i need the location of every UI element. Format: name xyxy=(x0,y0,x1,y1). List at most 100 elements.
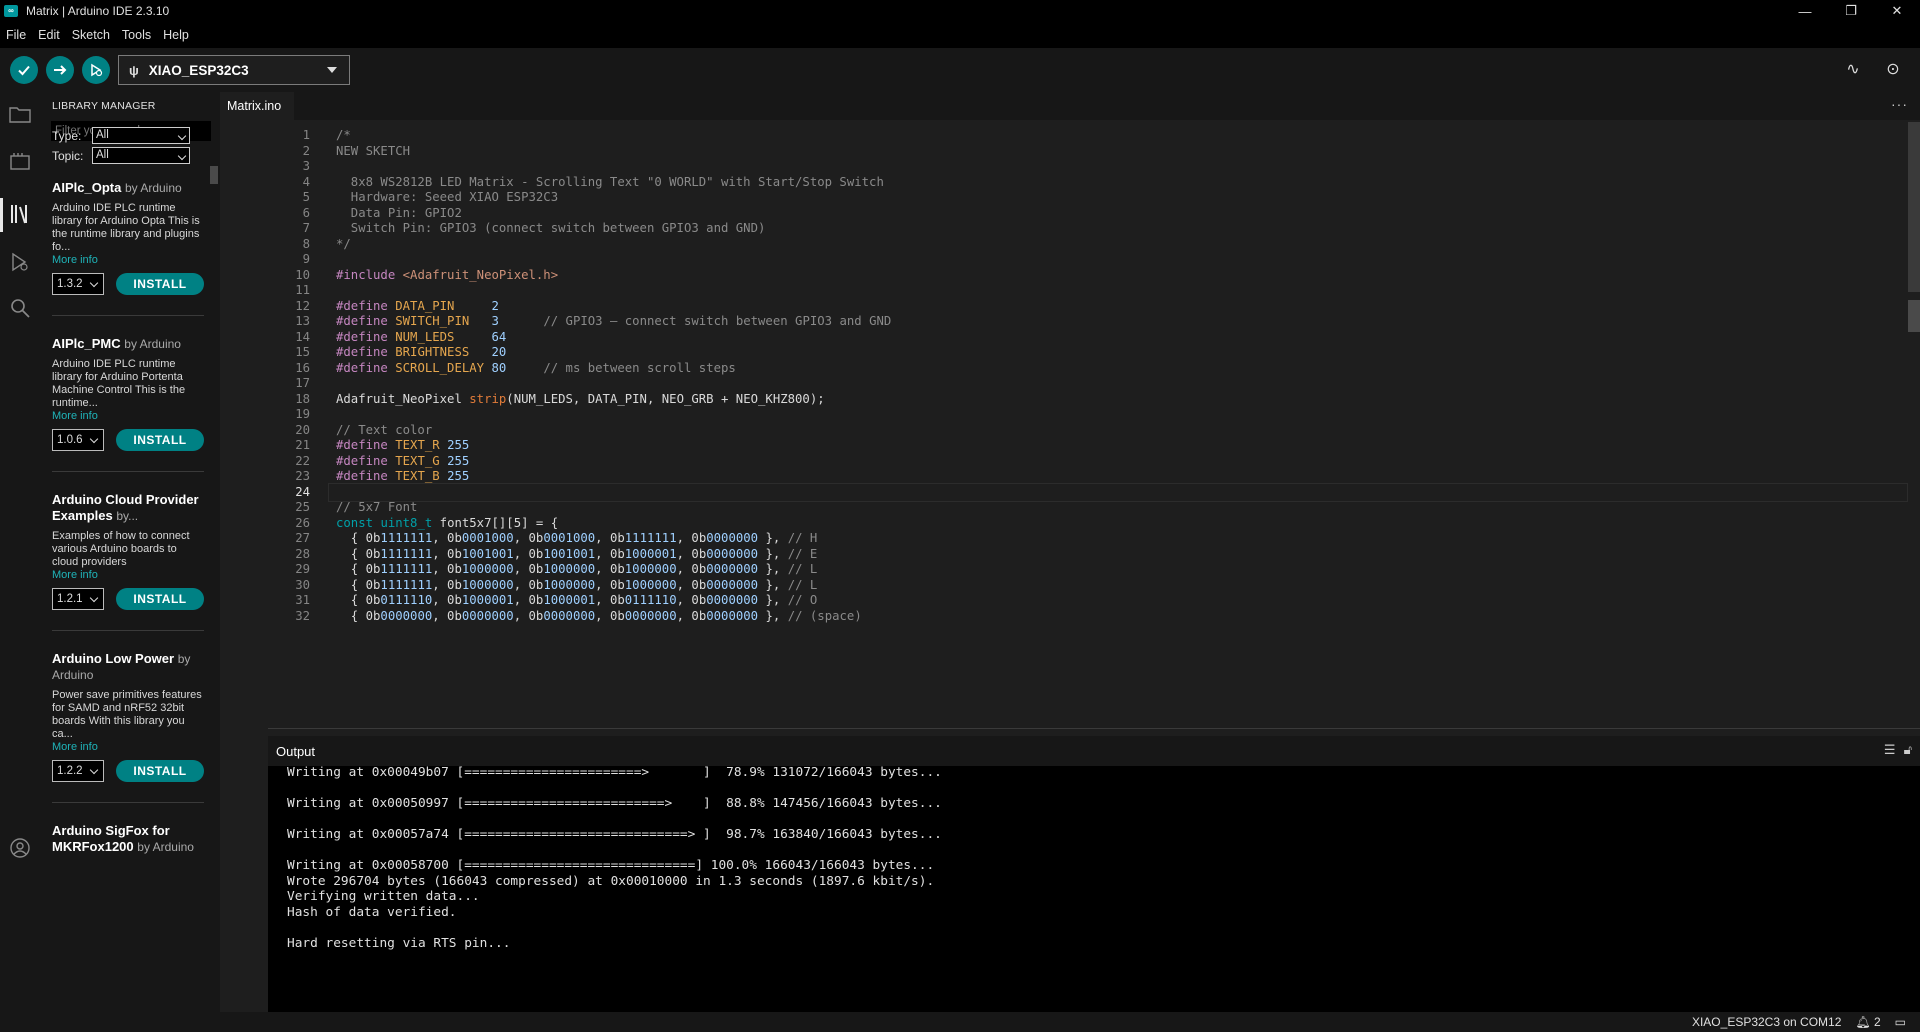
lock-icon[interactable]: 🔓︎ xyxy=(1904,742,1912,758)
editor-scrollbar-thumb[interactable] xyxy=(1908,300,1920,332)
output-line: Hash of data verified. xyxy=(287,904,457,920)
debug-icon xyxy=(91,63,103,77)
divider xyxy=(52,630,204,631)
sketchbook-icon[interactable] xyxy=(8,102,32,126)
library-actions: 1.2.1 INSTALL xyxy=(52,588,204,610)
divider xyxy=(52,315,204,316)
install-button[interactable]: INSTALL xyxy=(116,273,204,295)
close-button[interactable]: ✕ xyxy=(1874,0,1920,22)
editor-scrollbar[interactable] xyxy=(1908,122,1920,292)
arrow-right-icon xyxy=(54,65,67,75)
output-line: Writing at 0x00057a74 [=================… xyxy=(287,827,942,842)
more-info-link[interactable]: More info xyxy=(52,741,204,754)
library-name: AIPlc_Opta by Arduino xyxy=(52,180,182,195)
toolbar: ψ XIAO_ESP32C3 ∿ ⊙ xyxy=(0,48,1920,92)
status-bar: XIAO_ESP32C3 on COM12 🔔︎ 2 ▭ xyxy=(0,1012,1920,1032)
output-line: Writing at 0x00050997 [=================… xyxy=(287,796,942,811)
board-selector[interactable]: ψ XIAO_ESP32C3 xyxy=(118,55,350,85)
topic-select[interactable]: All xyxy=(92,147,190,164)
account-icon[interactable] xyxy=(8,836,32,860)
verify-button[interactable] xyxy=(10,56,38,84)
check-icon xyxy=(18,65,30,76)
editor: Matrix.ino ··· 1/* 2 NEW SKETCH 3 4 8x8 WS28… xyxy=(220,92,1920,728)
version-select[interactable]: 1.0.6 xyxy=(52,429,104,451)
library-item: Arduino SigFox for MKRFox1200 by Arduino xyxy=(52,823,204,855)
library-manager-icon[interactable] xyxy=(8,202,32,226)
install-button[interactable]: INSTALL xyxy=(116,429,204,451)
panel-divider[interactable] xyxy=(268,728,1920,736)
panel-gap xyxy=(220,728,268,1012)
activity-bar xyxy=(0,92,40,1012)
board-port-status[interactable]: XIAO_ESP32C3 on COM12 xyxy=(1692,1015,1841,1029)
notification-count: 2 xyxy=(1873,1015,1881,1029)
library-name: Arduino Low Power by Arduino xyxy=(52,651,191,682)
boards-manager-icon[interactable] xyxy=(8,150,32,174)
library-list: AIPlc_Opta by Arduino Arduino IDE PLC ru… xyxy=(52,180,204,855)
library-scrollbar[interactable] xyxy=(210,166,218,184)
minimize-button[interactable]: — xyxy=(1782,0,1828,22)
serial-monitor-icon[interactable]: ⊙ xyxy=(1882,56,1904,82)
type-label: Type: xyxy=(52,129,82,143)
type-select[interactable]: All xyxy=(92,127,190,144)
more-info-link[interactable]: More info xyxy=(52,254,204,267)
more-info-link[interactable]: More info xyxy=(52,410,204,423)
version-select[interactable]: 1.2.1 xyxy=(52,588,104,610)
menu-help[interactable]: Help xyxy=(163,28,189,42)
output-line: Hard resetting via RTS pin... xyxy=(287,935,511,951)
active-indicator xyxy=(0,198,3,232)
board-name: XIAO_ESP32C3 xyxy=(148,62,249,78)
output-actions: ☰ 🔓︎ xyxy=(1884,742,1912,758)
search-icon[interactable] xyxy=(8,296,32,320)
library-description: Power save primitives features for SAMD … xyxy=(52,689,202,740)
output-header: Output ☰ 🔓︎ xyxy=(268,736,1920,766)
library-author: by Arduino xyxy=(124,181,182,195)
output-title: Output xyxy=(276,744,316,759)
maximize-button[interactable]: ❐ xyxy=(1828,0,1874,22)
status-right: XIAO_ESP32C3 on COM12 🔔︎ 2 ▭ xyxy=(1692,1015,1906,1029)
more-info-link[interactable]: More info xyxy=(52,569,204,582)
code-line[interactable]: 32 { 0b0000000, 0b0000000, 0b0000000, 0b… xyxy=(220,607,1900,626)
menu-file[interactable]: File xyxy=(6,28,26,42)
topic-label: Topic: xyxy=(52,149,84,163)
menu-bar: File Edit Sketch Tools Help xyxy=(0,22,1920,48)
title-bar: ∞ Matrix | Arduino IDE 2.3.10 — ❐ ✕ xyxy=(0,0,1920,22)
type-filter: Type: All xyxy=(52,127,212,147)
code-area[interactable]: 1/* 2 NEW SKETCH 3 4 8x8 WS2812B LED Matrix … xyxy=(220,120,1910,728)
library-name: Arduino Cloud Provider Examples by... xyxy=(52,492,199,523)
install-button[interactable]: INSTALL xyxy=(116,760,204,782)
arduino-logo-icon: ∞ xyxy=(4,5,18,17)
install-button[interactable]: INSTALL xyxy=(116,588,204,610)
library-description: Arduino IDE PLC runtime library for Ardu… xyxy=(52,202,200,253)
upload-button[interactable] xyxy=(46,56,74,84)
library-item: Arduino Cloud Provider Examples by... Ex… xyxy=(52,492,204,631)
version-select[interactable]: 1.3.2 xyxy=(52,273,104,295)
library-item: Arduino Low Power by Arduino Power save … xyxy=(52,651,204,803)
editor-tab-bar: Matrix.ino ··· xyxy=(220,92,1920,120)
library-actions: 1.2.2 INSTALL xyxy=(52,760,204,782)
more-actions-icon[interactable]: ··· xyxy=(1891,96,1908,112)
tab-matrix-ino[interactable]: Matrix.ino xyxy=(220,92,294,120)
version-select[interactable]: 1.2.2 xyxy=(52,760,104,782)
serial-plotter-icon[interactable]: ∿ xyxy=(1842,56,1864,82)
output-toggle-icon[interactable]: ▭ xyxy=(1895,1015,1906,1029)
menu-edit[interactable]: Edit xyxy=(38,28,60,42)
menu-tools[interactable]: Tools xyxy=(122,28,151,42)
notifications[interactable]: 🔔︎ 2 xyxy=(1855,1015,1880,1029)
clear-output-icon[interactable]: ☰ xyxy=(1884,742,1896,758)
library-actions: 1.0.6 INSTALL xyxy=(52,429,204,451)
output-line: Writing at 0x00049b07 [=================… xyxy=(287,766,942,780)
topic-filter: Topic: All xyxy=(52,147,212,167)
divider xyxy=(52,802,204,803)
debug-button[interactable] xyxy=(82,56,110,84)
menu-sketch[interactable]: Sketch xyxy=(72,28,110,42)
library-description: Examples of how to connect various Ardui… xyxy=(52,530,190,568)
library-item: AIPlc_Opta by Arduino Arduino IDE PLC ru… xyxy=(52,180,204,316)
library-description: Arduino IDE PLC runtime library for Ardu… xyxy=(52,358,186,409)
library-item: AIPlc_PMC by Arduino Arduino IDE PLC run… xyxy=(52,336,204,472)
divider xyxy=(52,471,204,472)
code-text: { 0b0000000, 0b0000000, 0b0000000, 0b000… xyxy=(336,608,862,623)
output-console[interactable]: Writing at 0x00049b07 [=================… xyxy=(268,766,1920,1012)
debug-sidebar-icon[interactable] xyxy=(8,250,32,274)
library-actions: 1.3.2 INSTALL xyxy=(52,273,204,295)
library-author: by Arduino xyxy=(137,840,194,854)
